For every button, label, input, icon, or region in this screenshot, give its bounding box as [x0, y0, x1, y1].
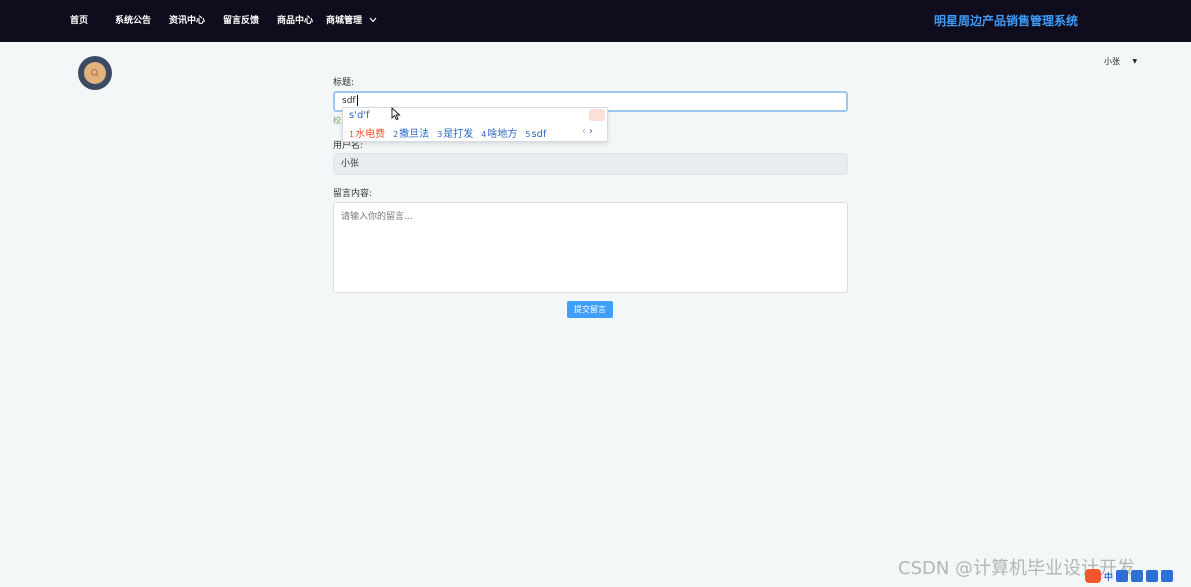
skin-icon[interactable]: [1146, 570, 1159, 582]
ime-language-indicator[interactable]: 中: [1104, 570, 1113, 583]
validation-hint: 校: [333, 116, 341, 125]
ime-candidate-number: 5: [525, 130, 531, 139]
ime-candidate-popup: s'd'f 1水电费 2撒旦法 3是打发 4啥地方 5sdf ‹ ›: [342, 107, 608, 142]
user-name: 小张: [1104, 57, 1120, 66]
ime-candidate-list: 1水电费 2撒旦法 3是打发 4啥地方 5sdf: [349, 125, 555, 140]
nav-home[interactable]: 首页: [70, 13, 88, 26]
toolbox-icon[interactable]: [1161, 570, 1174, 582]
ime-candidate-text: 啥地方: [487, 129, 518, 140]
ime-prev-page-icon[interactable]: ‹: [582, 126, 586, 137]
message-textarea[interactable]: [333, 202, 848, 293]
nav-announcements[interactable]: 系统公告: [115, 13, 151, 26]
ime-candidate-number: 4: [481, 130, 487, 139]
nav-mall-management[interactable]: 商城管理: [326, 13, 377, 26]
ime-candidate-text: 撒旦法: [399, 129, 430, 140]
mouse-cursor-icon: [391, 106, 401, 124]
ime-composition-text: s'd'f: [349, 110, 370, 121]
sogou-ime-icon[interactable]: [1085, 569, 1101, 583]
username-field: 小张: [333, 153, 848, 175]
ime-candidate[interactable]: 5sdf: [525, 129, 546, 140]
ime-candidate[interactable]: 2撒旦法: [393, 125, 429, 140]
nav-feedback[interactable]: 留言反馈: [223, 13, 259, 26]
avatar[interactable]: [78, 56, 112, 90]
chevron-down-icon: [369, 16, 377, 26]
ime-candidate[interactable]: 3是打发: [437, 125, 473, 140]
system-tray: 中: [1085, 567, 1189, 585]
ime-candidate-number: 1: [349, 130, 355, 139]
ime-candidate[interactable]: 1水电费: [349, 125, 385, 140]
title-label: 标题:: [333, 78, 355, 88]
ime-candidate-text: 是打发: [443, 129, 474, 140]
nav-news-center[interactable]: 资讯中心: [169, 13, 205, 26]
ime-pager: ‹ ›: [582, 126, 593, 137]
submit-message-button[interactable]: 提交留言: [567, 301, 613, 318]
nav-mall-management-label: 商城管理: [326, 16, 363, 26]
ime-candidate-number: 2: [393, 130, 399, 139]
caret-down-icon: ▼: [1132, 58, 1138, 65]
microphone-icon[interactable]: [1116, 570, 1129, 582]
search-icon: [84, 62, 106, 84]
message-label: 留言内容:: [333, 189, 373, 199]
ime-logo-icon: [589, 109, 605, 121]
ime-candidate-number: 3: [437, 130, 443, 139]
ime-next-page-icon[interactable]: ›: [589, 126, 593, 137]
ime-candidate[interactable]: 4啥地方: [481, 125, 517, 140]
title-input-value: sdf: [342, 96, 356, 106]
user-menu[interactable]: 小张 ▼: [1104, 56, 1137, 67]
top-navbar: 首页 系统公告 资讯中心 留言反馈 商品中心 商城管理 明星周边产品销售管理系统: [0, 0, 1191, 42]
username-value: 小张: [341, 159, 360, 169]
keyboard-icon[interactable]: [1131, 570, 1144, 582]
ime-candidate-text: 水电费: [355, 129, 386, 140]
site-title: 明星周边产品销售管理系统: [934, 14, 1079, 28]
text-caret: [356, 95, 358, 106]
ime-candidate-text: sdf: [531, 129, 547, 140]
nav-product-center[interactable]: 商品中心: [277, 13, 313, 26]
